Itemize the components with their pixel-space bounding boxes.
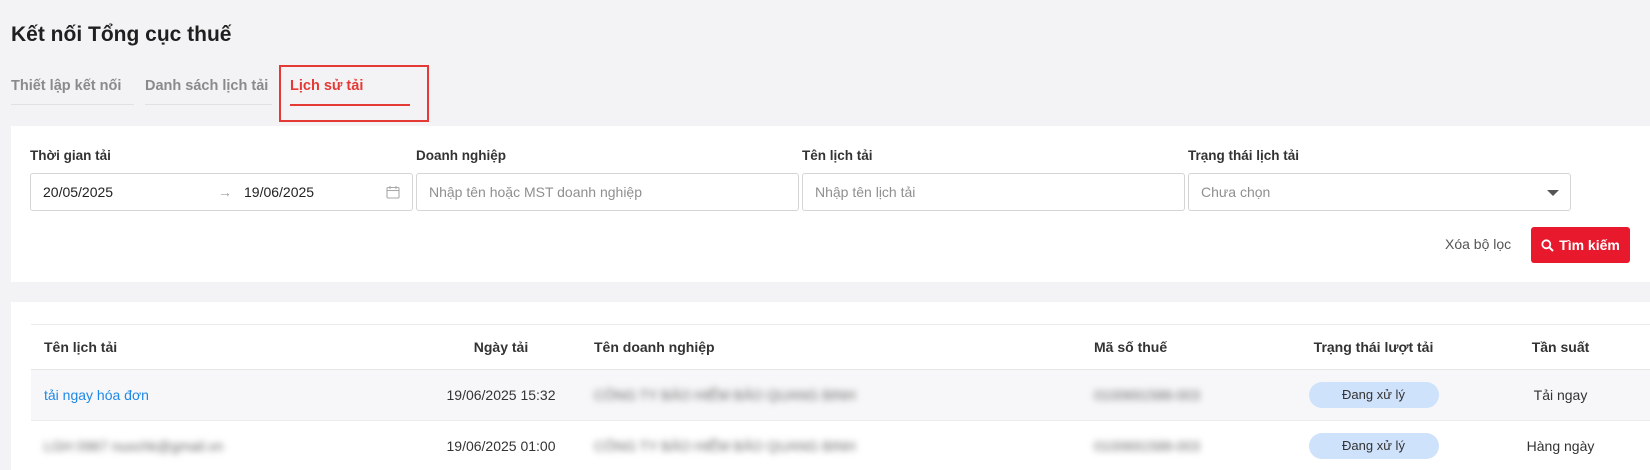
status-badge: Đang xử lý	[1308, 382, 1439, 408]
table-row[interactable]: LGH 0967 nuochk@gmail.vn 19/06/2025 01:0…	[31, 421, 1650, 470]
date-range-filter: Thời gian tải 20/05/2025 → 19/06/2025	[30, 148, 413, 211]
search-button[interactable]: Tìm kiếm	[1531, 227, 1630, 263]
download-date-cell: 19/06/2025 01:00	[446, 438, 556, 454]
table-row[interactable]: tải ngay hóa đơn 19/06/2025 15:32 CÔNG T…	[31, 369, 1650, 421]
date-from-value[interactable]: 20/05/2025	[43, 184, 193, 200]
schedule-name-filter: Tên lịch tải	[802, 148, 1185, 211]
tab-connection-settings[interactable]: Thiết lập kết nối	[11, 78, 134, 105]
schedule-name-link[interactable]: LGH 0967 nuochk@gmail.vn	[44, 438, 223, 454]
table-header-row: Tên lịch tải Ngày tải Tên doanh nghiệp M…	[31, 324, 1650, 370]
history-table-panel: Tên lịch tải Ngày tải Tên doanh nghiệp M…	[11, 302, 1650, 470]
company-name-cell: CÔNG TY BẢO HIỂM BẢO QUANG BINH	[594, 387, 856, 403]
header-download-date[interactable]: Ngày tải	[426, 325, 576, 370]
chevron-down-icon	[1547, 190, 1559, 196]
search-icon	[1541, 238, 1554, 252]
company-filter: Doanh nghiệp	[416, 148, 799, 211]
status-select-value: Chưa chọn	[1201, 184, 1271, 200]
company-input[interactable]	[429, 184, 786, 200]
clear-filter-button[interactable]: Xóa bộ lọc	[1445, 236, 1511, 252]
schedule-name-label: Tên lịch tải	[802, 148, 873, 163]
tab-download-history[interactable]: Lịch sử tải	[290, 78, 410, 106]
date-separator-icon: →	[218, 184, 232, 200]
calendar-icon[interactable]	[386, 185, 400, 199]
schedule-name-link[interactable]: tải ngay hóa đơn	[44, 387, 149, 403]
tax-code-cell: 0100691588-003	[1094, 387, 1200, 403]
frequency-cell: Tải ngay	[1533, 387, 1588, 403]
download-date-cell: 19/06/2025 15:32	[446, 387, 556, 403]
tax-code-cell: 0100691588-003	[1094, 438, 1200, 454]
filter-panel: Thời gian tải 20/05/2025 → 19/06/2025 Do…	[11, 126, 1650, 282]
header-frequency[interactable]: Tần suất	[1471, 325, 1650, 370]
header-tax-code[interactable]: Mã số thuế	[1081, 325, 1276, 370]
status-filter: Trạng thái lịch tải Chưa chọn	[1188, 148, 1571, 211]
status-badge: Đang xử lý	[1308, 433, 1439, 459]
schedule-name-input[interactable]	[815, 184, 1172, 200]
header-company-name[interactable]: Tên doanh nghiệp	[576, 325, 1081, 370]
search-button-label: Tìm kiếm	[1559, 237, 1620, 253]
page-title: Kết nối Tổng cục thuế	[11, 23, 232, 46]
status-select[interactable]: Chưa chọn	[1188, 173, 1571, 211]
history-table: Tên lịch tải Ngày tải Tên doanh nghiệp M…	[31, 324, 1650, 470]
date-range-label: Thời gian tải	[30, 148, 111, 163]
header-download-status[interactable]: Trạng thái lượt tải	[1276, 325, 1471, 370]
tab-bar: Thiết lập kết nối Danh sách lịch tải Lịc…	[0, 60, 500, 120]
frequency-cell: Hàng ngày	[1526, 438, 1595, 454]
date-to-value[interactable]: 19/06/2025	[244, 184, 394, 200]
tab-schedule-list[interactable]: Danh sách lịch tải	[145, 78, 272, 105]
company-name-cell: CÔNG TY BẢO HIỂM BẢO QUANG BINH	[594, 438, 856, 454]
date-range-picker[interactable]: 20/05/2025 → 19/06/2025	[30, 173, 413, 211]
header-schedule-name[interactable]: Tên lịch tải	[31, 325, 426, 370]
status-label: Trạng thái lịch tải	[1188, 148, 1300, 163]
company-label: Doanh nghiệp	[416, 148, 506, 163]
